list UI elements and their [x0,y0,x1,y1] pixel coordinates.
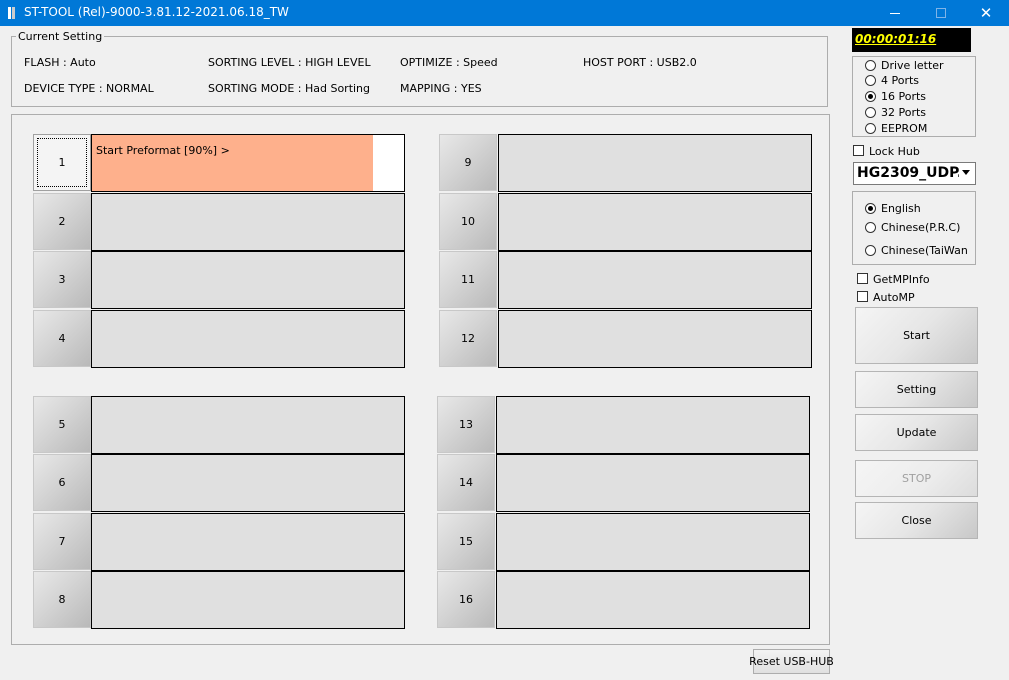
maximize-button [918,0,964,26]
port-mode-radio-2[interactable] [865,91,876,102]
port-9-status [498,134,812,192]
language-label-0: English [881,202,921,215]
port-11-button[interactable]: 11 [439,251,497,308]
port-mode-radio-3[interactable] [865,107,876,118]
app-icon [8,7,16,19]
minimize-icon [890,12,900,14]
port-1-status-text: Start Preformat [90%] > [96,144,230,157]
auto-mp-checkbox-box[interactable] [857,291,868,302]
get-mp-info-label: GetMPInfo [873,273,930,286]
port-12-button[interactable]: 12 [439,310,497,367]
port-mode-radio-4[interactable] [865,123,876,134]
lock-hub-checkbox[interactable]: Lock Hub [853,145,953,158]
port-2-status [91,193,405,251]
mapping-label: MAPPING : YES [400,82,482,95]
port-10-button[interactable]: 10 [439,193,497,250]
port-12-status [498,310,812,368]
port-2-button[interactable]: 2 [33,193,91,250]
current-setting-group [11,36,828,107]
language-option-2[interactable]: Chinese(TaiWan [865,244,975,258]
reset-usb-hub-button[interactable]: Reset USB-HUB [749,649,834,674]
port-3-status [91,251,405,309]
start-button[interactable]: Start [855,307,978,364]
port-16-button[interactable]: 16 [437,571,495,628]
elapsed-timer: 00:00:01:16 [852,28,971,52]
port-8-button[interactable]: 8 [33,571,91,628]
language-option-1[interactable]: Chinese(P.R.C) [865,221,975,235]
port-mode-radio-1[interactable] [865,75,876,86]
port-1-status: Start Preformat [90%] > [91,134,405,192]
port-mode-label-0: Drive letter [881,59,944,72]
port-15-status [496,513,810,571]
device-type-label: DEVICE TYPE : NORMAL [24,82,154,95]
get-mp-info-checkbox-box[interactable] [857,273,868,284]
optimize-label: OPTIMIZE : Speed [400,56,498,69]
port-5-button[interactable]: 5 [33,396,91,453]
language-radio-2[interactable] [865,245,876,256]
port-mode-option-0[interactable]: Drive letter [865,59,975,73]
port-14-button[interactable]: 14 [437,454,495,511]
stop-button: STOP [855,460,978,497]
port-15-button[interactable]: 15 [437,513,495,570]
port-13-button[interactable]: 13 [437,396,495,453]
port-7-status [91,513,405,571]
host-port-label: HOST PORT : USB2.0 [583,56,697,69]
maximize-icon [936,8,946,18]
port-13-status [496,396,810,454]
port-8-status [91,571,405,629]
port-4-button[interactable]: 4 [33,310,91,367]
minimize-button[interactable] [872,0,918,26]
port-3-button[interactable]: 3 [33,251,91,308]
port-mode-label-3: 32 Ports [881,106,927,119]
close-button[interactable]: Close [855,502,978,539]
setting-button[interactable]: Setting [855,371,978,408]
get-mp-info-checkbox[interactable]: GetMPInfo [857,273,957,286]
auto-mp-label: AutoMP [873,291,915,304]
lock-hub-label: Lock Hub [869,145,920,158]
port-mode-label-2: 16 Ports [881,90,927,103]
port-16-status [496,571,810,629]
language-radio-0[interactable] [865,203,876,214]
chevron-down-icon[interactable] [962,170,970,175]
lock-hub-checkbox-box[interactable] [853,145,864,156]
config-file-value: HG2309_UDP.ini [857,165,959,181]
update-button[interactable]: Update [855,414,978,451]
language-label-1: Chinese(P.R.C) [881,221,961,234]
language-option-0[interactable]: English [865,202,975,216]
port-1-button[interactable]: 1 [33,134,91,191]
port-11-status [498,251,812,309]
port-mode-option-2[interactable]: 16 Ports [865,90,975,104]
sorting-mode-label: SORTING MODE : Had Sorting [208,82,371,95]
port-9-button[interactable]: 9 [439,134,497,191]
port-mode-option-4[interactable]: EEPROM [865,122,975,136]
port-14-status [496,454,810,512]
port-mode-label-1: 4 Ports [881,74,920,87]
window-title: ST-TOOL (Rel)-9000-3.81.12-2021.06.18_TW [24,5,289,19]
title-bar[interactable]: ST-TOOL (Rel)-9000-3.81.12-2021.06.18_TW… [0,0,1009,26]
close-window-button[interactable]: ✕ [963,0,1009,26]
port-mode-label-4: EEPROM [881,122,928,135]
port-6-status [91,454,405,512]
auto-mp-checkbox[interactable]: AutoMP [857,291,957,304]
config-file-select[interactable]: HG2309_UDP.ini [853,162,976,185]
sorting-level-label: SORTING LEVEL : HIGH LEVEL [208,56,371,69]
language-radio-1[interactable] [865,222,876,233]
language-label-2: Chinese(TaiWan [881,244,968,257]
port-6-button[interactable]: 6 [33,454,91,511]
port-4-status [91,310,405,368]
port-mode-option-3[interactable]: 32 Ports [865,106,975,120]
port-10-status [498,193,812,251]
flash-label: FLASH : Auto [24,56,96,69]
port-5-status [91,396,405,454]
current-setting-legend: Current Setting [16,30,105,43]
port-7-button[interactable]: 7 [33,513,91,570]
close-icon: ✕ [979,3,993,22]
port-mode-radio-0[interactable] [865,60,876,71]
port-mode-option-1[interactable]: 4 Ports [865,74,975,88]
